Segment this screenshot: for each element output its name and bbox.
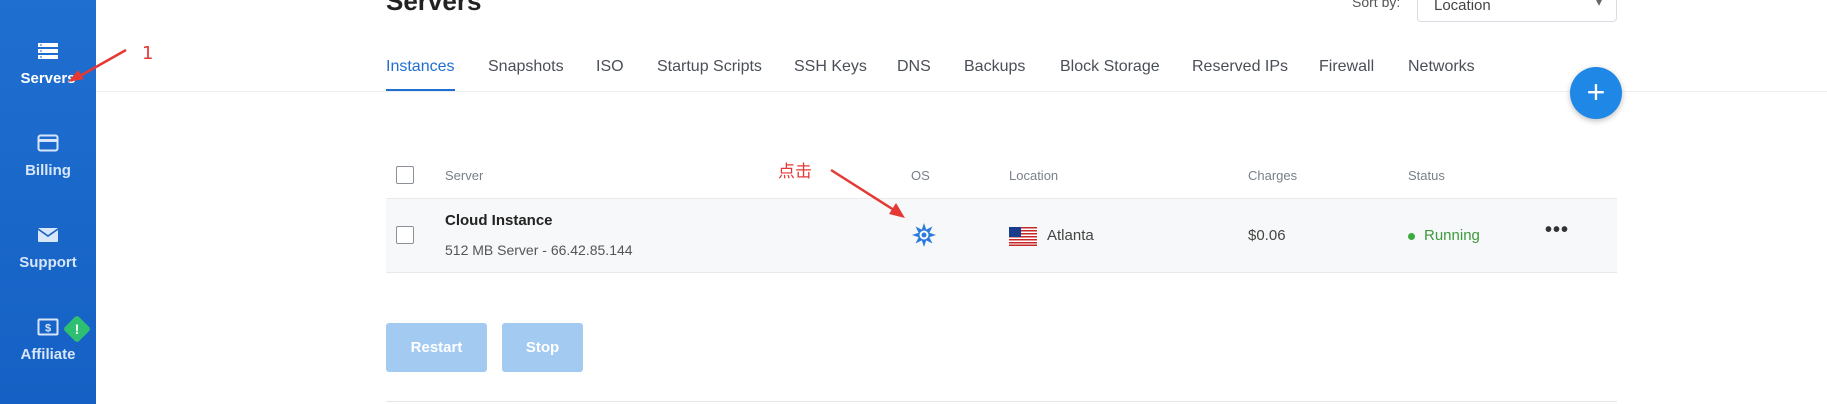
server-status: Running <box>1424 227 1480 244</box>
column-header-os: OS <box>911 168 930 183</box>
server-details: 512 MB Server - 66.42.85.144 <box>445 242 633 258</box>
server-name[interactable]: Cloud Instance <box>445 212 553 229</box>
tab-iso[interactable]: ISO <box>596 58 624 76</box>
stop-button[interactable]: Stop <box>502 323 583 372</box>
tab-startup-scripts[interactable]: Startup Scripts <box>657 58 762 76</box>
svg-text:$: $ <box>45 323 51 335</box>
alert-badge-text: ! <box>74 321 80 337</box>
tab-ssh-keys[interactable]: SSH Keys <box>794 58 867 76</box>
annotation-click-note: 点击 <box>778 162 812 182</box>
page-title: Servers <box>386 0 482 16</box>
credit-card-icon <box>37 134 59 152</box>
active-tab-indicator <box>386 89 455 91</box>
sidebar-item-servers[interactable]: Servers <box>0 42 96 87</box>
server-charges: $0.06 <box>1248 227 1286 244</box>
server-location: Atlanta <box>1047 227 1094 244</box>
select-all-checkbox[interactable] <box>396 166 414 184</box>
servers-icon <box>38 43 58 59</box>
tabs-divider <box>96 91 1827 92</box>
sidebar-item-label: Affiliate <box>20 346 76 363</box>
us-flag-icon <box>1009 227 1037 246</box>
table-header: Server OS Location Charges Status <box>386 160 1617 200</box>
column-header-charges: Charges <box>1248 168 1298 183</box>
bottom-divider <box>386 401 1617 402</box>
tab-backups[interactable]: Backups <box>964 58 1025 76</box>
sidebar-item-label: Support <box>19 254 77 271</box>
sidebar-item-support[interactable]: Support <box>0 226 96 271</box>
annotation-step-number: 1 <box>142 43 154 64</box>
tab-instances[interactable]: Instances <box>386 58 454 76</box>
column-header-location: Location <box>1009 168 1059 183</box>
os-logo-icon[interactable] <box>911 222 937 248</box>
status-dot <box>1408 233 1415 240</box>
dollar-bill-icon: $ <box>37 318 59 336</box>
tab-networks[interactable]: Networks <box>1408 58 1475 76</box>
tab-reserved-ips[interactable]: Reserved IPs <box>1192 58 1288 76</box>
sort-select-value: Location <box>1434 0 1491 14</box>
chevron-down-icon: ▾ <box>1595 0 1602 9</box>
sidebar: Servers Billing Support $ Affiliate ! <box>0 0 96 404</box>
add-server-button[interactable]: + <box>1570 67 1622 119</box>
tab-block-storage[interactable]: Block Storage <box>1060 58 1160 76</box>
column-header-status: Status <box>1408 168 1445 183</box>
more-actions-icon[interactable]: ••• <box>1545 219 1569 242</box>
sort-select[interactable]: Location ▾ <box>1417 0 1617 22</box>
sidebar-item-label: Billing <box>25 162 71 179</box>
row-checkbox[interactable] <box>396 226 414 244</box>
sidebar-item-label: Servers <box>20 70 76 87</box>
sidebar-item-billing[interactable]: Billing <box>0 134 96 179</box>
tab-dns[interactable]: DNS <box>897 58 931 76</box>
tab-firewall[interactable]: Firewall <box>1319 58 1374 76</box>
table-row[interactable]: Cloud Instance 512 MB Server - 66.42.85.… <box>386 198 1617 273</box>
tab-snapshots[interactable]: Snapshots <box>488 58 564 76</box>
restart-button[interactable]: Restart <box>386 323 487 372</box>
sort-label: Sort by: <box>1352 0 1401 10</box>
envelope-icon <box>37 228 59 242</box>
column-header-server: Server <box>445 168 484 183</box>
